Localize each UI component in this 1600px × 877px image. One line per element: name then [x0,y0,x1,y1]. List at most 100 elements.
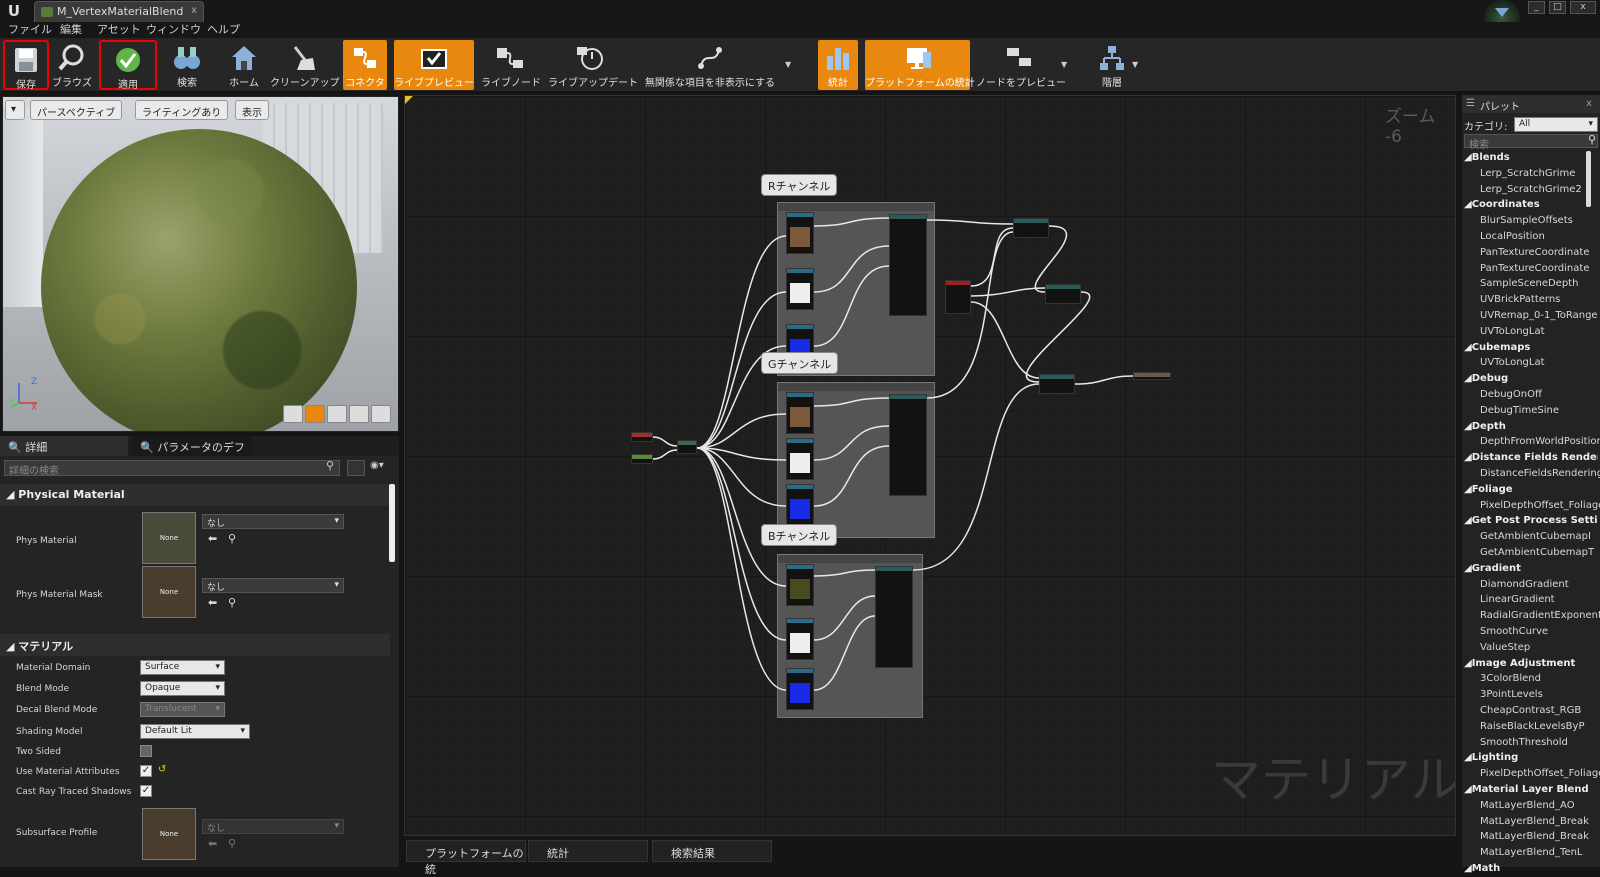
palette-item[interactable]: UVToLongLat [1480,357,1600,368]
menu-window[interactable]: ウィンドウ [146,22,201,38]
palette-item[interactable]: MatLayerBlend_TenL [1480,847,1600,858]
palette-category[interactable]: ◢Cubemaps [1464,342,1598,353]
close-window-button[interactable]: x [1570,1,1596,14]
palette-item[interactable]: Lerp_ScratchGrime2 [1480,184,1600,195]
menu-help[interactable]: ヘルプ [207,22,240,38]
palette-item[interactable]: LinearGradient [1480,594,1600,605]
asset-tab[interactable]: M_VertexMaterialBlend x [34,1,204,22]
blend-mode-combo[interactable]: Opaque ▾ [140,681,225,696]
comment-label-b[interactable]: Bチャンネル [761,524,838,546]
preview-cylinder-button[interactable] [283,405,303,423]
tab-stats[interactable]: 統計 [528,840,648,862]
palette-item[interactable]: RadialGradientExponential [1480,610,1600,621]
cast-ray-traced-shadows-checkbox[interactable]: ✓ [140,785,152,797]
menu-asset[interactable]: アセット [97,22,141,38]
palette-search-input[interactable]: 検索 [1464,134,1598,151]
material-graph[interactable]: ズーム -6 マテリアル Rチャンネル Gチャンネル Bチャンネル [404,95,1456,836]
live-nodes-button[interactable]: ライブノード [481,40,541,90]
comment-label-r[interactable]: Rチャンネル [761,174,838,196]
reset-to-default-icon[interactable]: ↺ [158,764,166,775]
tab-search-results[interactable]: 検索結果 [652,840,772,862]
home-button[interactable]: ホーム [224,40,264,90]
palette-category[interactable]: ◢Lighting [1464,752,1598,763]
menu-file[interactable]: ファイル [8,22,52,38]
preview-viewport[interactable]: ▾ パースペクティブ ライティングあり 表示 Z Y X [2,96,399,432]
tab-close-icon[interactable]: x [191,5,197,16]
palette-item[interactable]: UVToLongLat [1480,326,1600,337]
subsurface-profile-thumbnail[interactable]: None [142,808,196,860]
palette-item[interactable]: UVBrickPatterns [1480,294,1600,305]
preview-mesh-button[interactable] [371,405,391,423]
section-physical-material[interactable]: ◢ Physical Material [0,484,390,506]
show-button[interactable]: 表示 [235,100,269,120]
two-sided-checkbox[interactable] [140,745,152,757]
use-material-attributes-checkbox[interactable]: ✓ [140,765,152,777]
palette-item[interactable]: LocalPosition [1480,231,1600,242]
minimize-button[interactable]: _ [1528,1,1545,14]
lighting-button[interactable]: ライティングあり [135,100,229,120]
tab-details[interactable]: 🔍 詳細 [0,436,128,456]
palette-item[interactable]: 3PointLevels [1480,689,1600,700]
palette-item[interactable]: Lerp_ScratchGrime [1480,168,1600,179]
palette-item[interactable]: MatLayerBlend_Break [1480,816,1600,827]
browse-magnifier-icon[interactable]: ⚲ [228,532,236,545]
stats-button[interactable]: 統計 [818,40,858,90]
phys-material-combo[interactable]: なし ▾ [202,514,344,529]
cleanup-button[interactable]: クリーンアップ [270,40,340,90]
palette-item[interactable]: RaiseBlackLevelsByP [1480,721,1600,732]
palette-item[interactable]: ValueStep [1480,642,1600,653]
palette-item[interactable]: DistanceFieldsRendering [1480,468,1600,479]
details-scrollbar[interactable] [389,484,395,562]
category-combo[interactable]: All ▾ [1514,117,1598,132]
palette-close-icon[interactable]: x [1586,98,1592,109]
palette-item[interactable]: DiamondGradient [1480,579,1600,590]
palette-item[interactable]: MatLayerBlend_Break [1480,831,1600,842]
palette-item[interactable]: GetAmbientCubemapI [1480,531,1600,542]
palette-item[interactable]: 3ColorBlend [1480,673,1600,684]
preview-cube-button[interactable] [349,405,369,423]
eye-icon[interactable]: ◉▾ [370,460,394,476]
palette-category[interactable]: ◢Gradient [1464,563,1598,574]
subsurface-use-selected-arrow-icon[interactable]: ⬅ [208,837,217,850]
connector-button[interactable]: コネクタ [343,40,387,90]
phys-material-mask-combo[interactable]: なし ▾ [202,578,344,593]
viewport-options-dropdown[interactable]: ▾ [5,100,25,120]
search-button[interactable]: 検索 [165,40,209,90]
view-options-icon[interactable] [347,460,365,476]
preview-sphere-button[interactable] [305,405,325,423]
preview-plane-button[interactable] [327,405,347,423]
palette-item[interactable]: PixelDepthOffset_Foliage [1480,768,1600,779]
palette-tab[interactable]: ☰ パレット x [1462,95,1600,113]
tab-param-defaults[interactable]: 🔍 パラメータのデフォ/ [132,436,252,470]
decal-blend-mode-combo[interactable]: Translucent ▾ [140,702,225,717]
palette-item[interactable]: DebugTimeSine [1480,405,1600,416]
hierarchy-dropdown-icon[interactable]: ▼ [1132,60,1138,69]
palette-category[interactable]: ◢Math [1464,863,1598,874]
palette-category[interactable]: ◢Distance Fields Rendering [1464,452,1598,463]
palette-item[interactable]: SmoothThreshold [1480,737,1600,748]
use-selected-arrow-icon[interactable]: ⬅ [208,532,217,545]
apply-button[interactable]: 適用 [99,40,157,91]
palette-item[interactable]: PixelDepthOffset_Foliage [1480,500,1600,511]
preview-nodes-dropdown-icon[interactable]: ▼ [1061,60,1067,69]
subsurface-browse-magnifier-icon[interactable]: ⚲ [228,837,236,850]
preview-nodes-button[interactable]: ノードをプレビュー [976,40,1066,90]
palette-category[interactable]: ◢Blends [1464,152,1598,163]
menu-edit[interactable]: 編集 [60,22,82,38]
palette-item[interactable]: DepthFromWorldPosition [1480,436,1600,447]
mask-browse-magnifier-icon[interactable]: ⚲ [228,596,236,609]
palette-category[interactable]: ◢Image Adjustment [1464,658,1598,669]
palette-category[interactable]: ◢Material Layer Blend [1464,784,1598,795]
details-search-input[interactable]: 詳細の検索 [4,460,340,477]
palette-item[interactable]: SmoothCurve [1480,626,1600,637]
palette-category[interactable]: ◢Debug [1464,373,1598,384]
live-update-button[interactable]: ライブアップデート [548,40,638,90]
palette-item[interactable]: MatLayerBlend_AO [1480,800,1600,811]
palette-item[interactable]: PanTextureCoordinate [1480,263,1600,274]
palette-item[interactable]: GetAmbientCubemapT [1480,547,1600,558]
palette-category[interactable]: ◢Depth [1464,421,1598,432]
section-material[interactable]: ◢ マテリアル [0,634,390,656]
hide-unrelated-dropdown-icon[interactable]: ▼ [785,60,791,69]
save-button[interactable]: 保存 [3,40,49,91]
tab-platform-stats[interactable]: プラットフォームの統 [406,840,526,876]
